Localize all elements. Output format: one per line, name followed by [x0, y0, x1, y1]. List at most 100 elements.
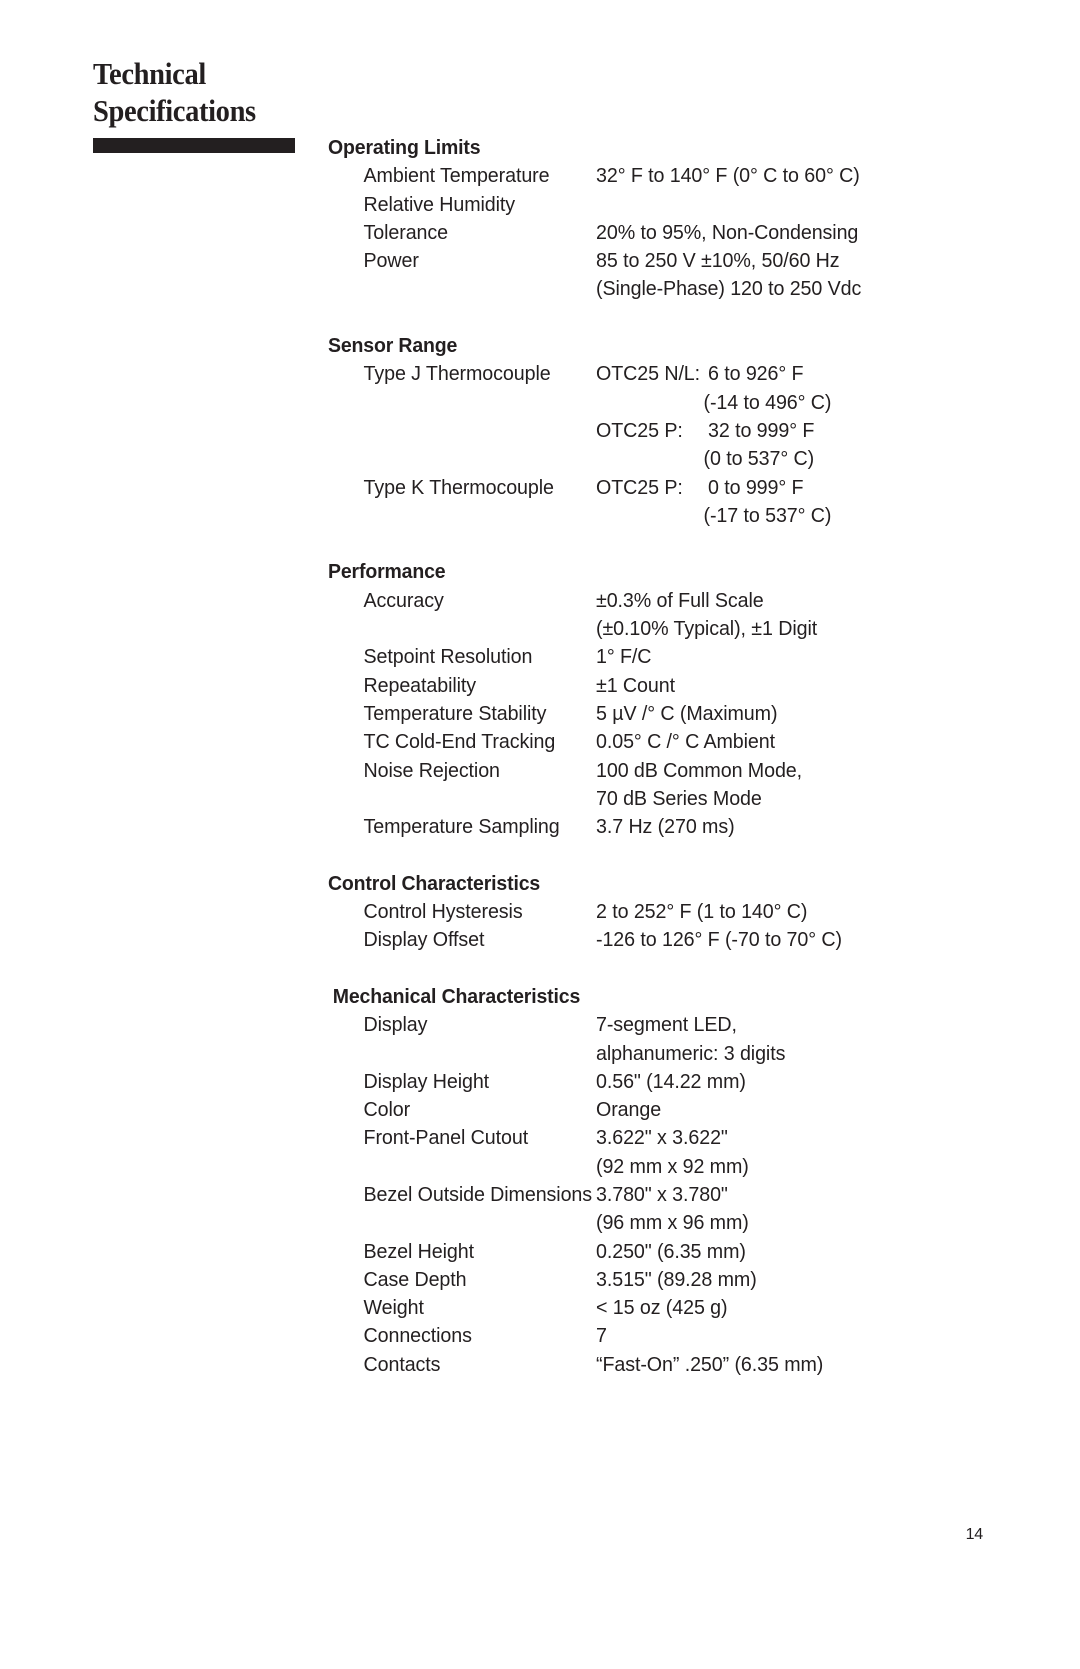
spec-row: Temperature Sampling 3.7 Hz (270 ms)	[328, 813, 968, 841]
spec-row: Display 7-segment LED,	[328, 1011, 968, 1039]
spec-value: (Single-Phase) 120 to 250 Vdc	[596, 275, 968, 303]
spec-value-text: 3.622" x 3.622"	[596, 1126, 728, 1150]
spec-row: Ambient Temperature 32° F to 140° F (0° C…	[328, 162, 968, 190]
spec-row: (92 mm x 92 mm)	[328, 1153, 968, 1181]
spec-value: 3.515" (89.28 mm)	[596, 1266, 968, 1294]
spec-value-text: -126 to 126° F (-70 to 70° C)	[596, 928, 842, 952]
spec-value: (92 mm x 92 mm)	[596, 1153, 968, 1181]
spec-value: (-17 to 537° C)	[596, 502, 968, 530]
spec-label: Power	[363, 249, 419, 273]
spec-value: < 15 oz (425 g)	[596, 1294, 968, 1322]
spec-label: Display Height	[363, 1069, 490, 1093]
spec-value: (0 to 537° C)	[596, 445, 968, 473]
spec-section: Mechanical Characteristics Display 7-segme…	[328, 983, 968, 1379]
spec-label: Front-Panel Cutout	[363, 1126, 529, 1150]
spec-value-text: 3.7 Hz (270 ms)	[596, 815, 735, 839]
spec-value-text: 85 to 250 V ±10%, 50/60 Hz	[596, 249, 840, 273]
spec-row: Display Offset -126 to 126° F (-70 to 70°…	[328, 926, 968, 954]
spec-value-text: 0.250" (6.35 mm)	[596, 1239, 746, 1263]
spec-value: alphanumeric: 3 digits	[596, 1040, 968, 1068]
spec-label: Weight	[363, 1296, 424, 1320]
spec-row: Type J Thermocouple OTC25 N/L: 6 to 926° F	[328, 360, 968, 388]
spec-value-text: Orange	[596, 1098, 662, 1122]
spec-row: Accuracy ±0.3% of Full Scale	[328, 587, 968, 615]
spec-value: 32° F to 140° F (0° C to 60° C)	[596, 162, 968, 190]
title-rule	[93, 138, 295, 153]
spec-value-text: 70 dB Series Mode	[596, 786, 762, 810]
spec-label: Type K Thermocouple	[363, 475, 554, 499]
spec-label: Relative Humidity	[363, 192, 516, 216]
spec-value-text: (92 mm x 92 mm)	[596, 1154, 749, 1178]
spec-label: Temperature Stability	[363, 701, 547, 725]
spec-row: Display Height 0.56" (14.22 mm)	[328, 1068, 968, 1096]
spec-label: Tolerance	[363, 220, 449, 244]
spec-label: Bezel Outside Dimensions	[363, 1182, 593, 1206]
spec-row: OTC25 P: 32 to 999° F	[328, 417, 968, 445]
spec-value-text: (±0.10% Typical), ±1 Digit	[596, 617, 818, 641]
spec-value: (±0.10% Typical), ±1 Digit	[596, 615, 968, 643]
spec-value: OTC25 N/L: 6 to 926° F	[596, 360, 968, 388]
section-heading: Performance	[328, 560, 446, 584]
spec-label: Noise Rejection	[363, 758, 500, 782]
spec-value: 0.250" (6.35 mm)	[596, 1238, 968, 1266]
spec-row: Setpoint Resolution 1° F/C	[328, 643, 968, 671]
spec-label: Ambient Temperature	[363, 164, 550, 188]
spec-value-text: 3.780" x 3.780"	[596, 1182, 728, 1206]
spec-value: 0.05° C /° C Ambient	[596, 728, 968, 756]
spec-value-text: ±1 Count	[596, 673, 675, 697]
spec-value: Orange	[596, 1096, 968, 1124]
spec-value-text: ±0.3% of Full Scale	[596, 588, 764, 612]
spec-row: Relative Humidity	[328, 191, 968, 219]
spec-value-text: 0 to 999° F	[708, 475, 804, 499]
spec-value: (96 mm x 96 mm)	[596, 1209, 968, 1237]
spec-label: Display Offset	[363, 928, 485, 952]
section-heading: Control Characteristics	[328, 871, 541, 895]
spec-row: Weight < 15 oz (425 g)	[328, 1294, 968, 1322]
page-number: 14	[965, 1526, 984, 1543]
spec-value: 0.56" (14.22 mm)	[596, 1068, 968, 1096]
spec-value-text: 0.56" (14.22 mm)	[596, 1069, 746, 1093]
spec-label: Control Hysteresis	[363, 900, 523, 924]
spec-section: Operating Limits Ambient Temperature 32° F…	[328, 134, 968, 304]
spec-label: Accuracy	[363, 588, 444, 612]
spec-value-text: (0 to 537° C)	[703, 447, 815, 471]
spec-value: 85 to 250 V ±10%, 50/60 Hz	[596, 247, 968, 275]
spec-value: OTC25 P: 0 to 999° F	[596, 474, 968, 502]
spec-value-prefix: OTC25 P:	[596, 418, 683, 442]
section-heading: Mechanical Characteristics	[332, 984, 581, 1008]
spec-row: Bezel Outside Dimensions 3.780" x 3.780"	[328, 1181, 968, 1209]
spec-value: 100 dB Common Mode,	[596, 757, 968, 785]
spec-row: Connections 7	[328, 1322, 968, 1350]
spec-value: 70 dB Series Mode	[596, 785, 968, 813]
spec-row: (96 mm x 96 mm)	[328, 1209, 968, 1237]
spec-value-prefix: OTC25 N/L:	[596, 362, 701, 386]
spec-row: Temperature Stability 5 µV /° C (Maximum)	[328, 700, 968, 728]
spec-value-text: (-14 to 496° C)	[703, 390, 832, 414]
section-heading: Operating Limits	[328, 136, 481, 159]
spec-value: ±0.3% of Full Scale	[596, 587, 968, 615]
spec-value: “Fast-On” .250” (6.35 mm)	[596, 1351, 968, 1379]
spec-label: Case Depth	[363, 1267, 467, 1291]
spec-row: Power 85 to 250 V ±10%, 50/60 Hz	[328, 247, 968, 275]
spec-label: Repeatability	[363, 673, 477, 697]
spec-value: 3.7 Hz (270 ms)	[596, 813, 968, 841]
spec-section: Performance Accuracy ±0.3% of Full Scale (±…	[328, 558, 968, 841]
spec-row: TC Cold-End Tracking 0.05° C /° C Ambient	[328, 728, 968, 756]
spec-row: Color Orange	[328, 1096, 968, 1124]
spec-value-text: alphanumeric: 3 digits	[596, 1041, 786, 1065]
spec-value-text: 2 to 252° F (1 to 140° C)	[596, 900, 808, 924]
spec-label: Setpoint Resolution	[363, 645, 533, 669]
spec-value-text: 5 µV /° C (Maximum)	[596, 701, 778, 725]
spec-section: Sensor Range Type J Thermocouple OTC25 N/L…	[328, 332, 968, 530]
spec-row: (-17 to 537° C)	[328, 502, 968, 530]
spec-row: Control Hysteresis 2 to 252° F (1 to 140°…	[328, 898, 968, 926]
spec-value-text: 6 to 926° F	[708, 362, 804, 386]
spec-value-text: “Fast-On” .250” (6.35 mm)	[596, 1352, 824, 1376]
spec-value-text: 32° F to 140° F (0° C to 60° C)	[596, 164, 860, 188]
spec-value-text: (96 mm x 96 mm)	[596, 1211, 749, 1235]
spec-row: 70 dB Series Mode	[328, 785, 968, 813]
spec-label: Color	[363, 1098, 411, 1122]
spec-value: ±1 Count	[596, 672, 968, 700]
